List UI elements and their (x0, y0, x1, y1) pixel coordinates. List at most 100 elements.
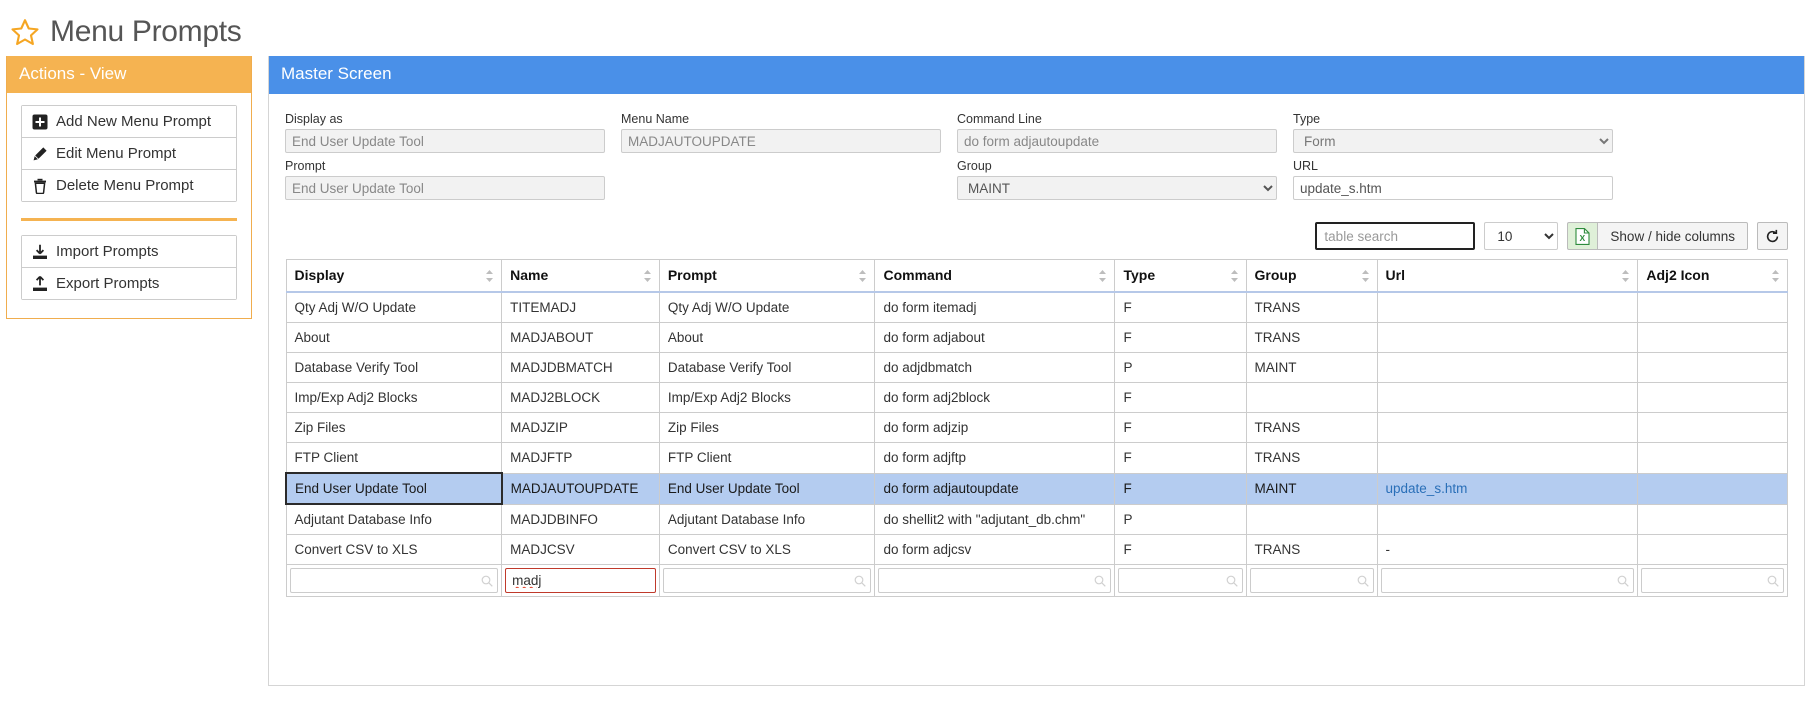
table-cell-group: MAINT (1245, 472, 1378, 505)
filter-input-name[interactable] (505, 568, 656, 593)
table-row[interactable]: About MADJABOUT About do form adjabout F TRAN… (285, 322, 1788, 353)
filter-input-display[interactable] (289, 568, 499, 593)
star-icon (11, 19, 39, 46)
excel-export-button[interactable]: X (1567, 222, 1598, 250)
export-prompts-label: Export Prompts (56, 275, 160, 292)
filter-cell-name (501, 564, 660, 597)
display-as-label: Display as (285, 112, 343, 126)
table-cell-name: MADJDBMATCH (501, 352, 660, 383)
display-as-input[interactable] (285, 129, 605, 153)
filter-input-url[interactable] (1380, 568, 1635, 593)
show-hide-columns-button[interactable]: Show / hide columns (1597, 222, 1748, 250)
table-row[interactable]: Adjutant Database Info MADJDBINFO Adjutant… (285, 503, 1788, 535)
sort-caret-icon (1772, 269, 1779, 282)
edit-menu-prompt-button[interactable]: Edit Menu Prompt (22, 138, 236, 170)
menu-name-label: Menu Name (621, 112, 690, 126)
table-cell-name: MADJFTP (501, 442, 660, 474)
command-line-input[interactable] (957, 129, 1277, 153)
add-new-menu-prompt-button[interactable]: Add New Menu Prompt (22, 106, 236, 138)
field-display-as: Display as (285, 112, 621, 153)
sort-caret-icon (1622, 269, 1630, 282)
import-prompts-button[interactable]: Import Prompts (22, 236, 236, 268)
table-header-prompt[interactable]: Prompt (658, 259, 876, 293)
table-header-type[interactable]: Type (1114, 259, 1247, 293)
table-row[interactable]: Imp/Exp Adj2 Blocks MADJ2BLOCK Imp/Exp Adj… (285, 382, 1788, 413)
table-header-label: Adj2 Icon (1646, 267, 1710, 283)
table-header-name[interactable]: Name (501, 259, 660, 293)
delete-menu-prompt-label: Delete Menu Prompt (56, 177, 194, 194)
table-header-display[interactable]: Display (285, 259, 503, 293)
table-cell-command: do form itemadj (874, 291, 1116, 323)
table-row[interactable]: Qty Adj W/O Update TITEMADJ Qty Adj W/O Up… (285, 291, 1788, 323)
reset-table-button[interactable] (1757, 222, 1788, 250)
table-header-url[interactable]: Url (1376, 259, 1639, 293)
table-row[interactable]: Convert CSV to XLS MADJCSV Convert CSV to … (285, 534, 1788, 565)
table-cell-name: TITEMADJ (501, 291, 660, 323)
secondary-action-group: Import Prompts Export Prompts (21, 235, 237, 300)
table-cell-group: MAINT (1245, 352, 1378, 383)
table-footer (285, 564, 1788, 597)
add-new-menu-prompt-label: Add New Menu Prompt (56, 113, 212, 130)
table-cell-prompt: Convert CSV to XLS (658, 534, 876, 565)
filter-input-prompt[interactable] (662, 568, 872, 593)
sort-caret-icon (1230, 269, 1238, 282)
table-cell-group: TRANS (1245, 412, 1378, 443)
url-input[interactable] (1293, 176, 1613, 200)
table-cell-type: P (1114, 352, 1247, 383)
table-cell-command: do form adjcsv (874, 534, 1116, 565)
table-cell-url (1376, 352, 1639, 383)
prompt-input[interactable] (285, 176, 605, 200)
prompt-label: Prompt (285, 159, 326, 173)
filter-input-command[interactable] (878, 568, 1112, 593)
table-cell-type: F (1114, 412, 1247, 443)
page-length-select[interactable]: 10 (1484, 222, 1559, 250)
table-cell-group: TRANS (1245, 291, 1378, 323)
filter-input-group[interactable] (1249, 568, 1374, 593)
upload-icon (33, 275, 47, 291)
table-search-input[interactable] (1315, 222, 1476, 250)
delete-menu-prompt-button[interactable]: Delete Menu Prompt (22, 170, 236, 201)
table-row[interactable]: Database Verify Tool MADJDBMATCH Database … (285, 352, 1788, 383)
page-title: Menu Prompts (0, 0, 1805, 56)
table-header-adj2icon[interactable]: Adj2 Icon (1637, 259, 1788, 293)
table-cell-prompt: FTP Client (658, 442, 876, 474)
filter-cell-prompt (658, 564, 876, 597)
edit-menu-prompt-label: Edit Menu Prompt (56, 145, 177, 162)
table-header-label: Display (294, 267, 345, 283)
table-cell-command: do form adjabout (874, 322, 1116, 353)
table-cell-display: About (285, 322, 503, 353)
filter-input-type[interactable] (1118, 568, 1243, 593)
download-icon (33, 244, 47, 259)
table-cell-url (1376, 503, 1639, 535)
table-header-group[interactable]: Group (1245, 259, 1378, 293)
group-select[interactable]: MAINT (957, 176, 1277, 200)
table-cell-prompt: Zip Files (658, 412, 876, 443)
table-cell-adj2icon (1637, 382, 1788, 413)
filter-cell-group (1245, 564, 1378, 597)
table-row[interactable]: FTP Client MADJFTP FTP Client do form adjft… (285, 442, 1788, 474)
table-row[interactable]: End User Update Tool MADJAUTOUPDATE End Us… (285, 472, 1788, 505)
table-row[interactable]: Zip Files MADJZIP Zip Files do form adjzip F… (285, 412, 1788, 443)
table-header: Display Name Prompt Command Type Group Url Adj2… (285, 259, 1788, 293)
sidebar-divider (21, 218, 237, 221)
sort-caret-icon (1361, 269, 1369, 282)
menu-prompts-table: Display Name Prompt Command Type Group Url Adj2… (285, 259, 1788, 597)
type-select[interactable]: Form (1293, 129, 1613, 153)
table-body: Qty Adj W/O Update TITEMADJ Qty Adj W/O Up… (285, 291, 1788, 565)
table-cell-prompt: Qty Adj W/O Update (658, 291, 876, 323)
url-label: URL (1293, 159, 1319, 173)
menu-name-input[interactable] (621, 129, 941, 153)
table-header-command[interactable]: Command (874, 259, 1116, 293)
form-row-2: Prompt Group MAINT URL (285, 159, 1788, 200)
form-spacer (621, 159, 957, 200)
export-columns-group: X Show / hide columns (1567, 222, 1748, 250)
table-cell-display: Imp/Exp Adj2 Blocks (285, 382, 503, 413)
table-cell-type: P (1114, 503, 1247, 535)
master-screen-body: Display as Menu Name Command Line Type (269, 94, 1804, 597)
plus-square-icon (32, 114, 48, 129)
filter-input-adj2icon[interactable] (1641, 568, 1784, 593)
field-group: Group MAINT (957, 159, 1293, 200)
export-prompts-button[interactable]: Export Prompts (22, 268, 236, 299)
url-link[interactable]: update_s.htm (1386, 481, 1468, 496)
table-cell-adj2icon (1637, 322, 1788, 353)
